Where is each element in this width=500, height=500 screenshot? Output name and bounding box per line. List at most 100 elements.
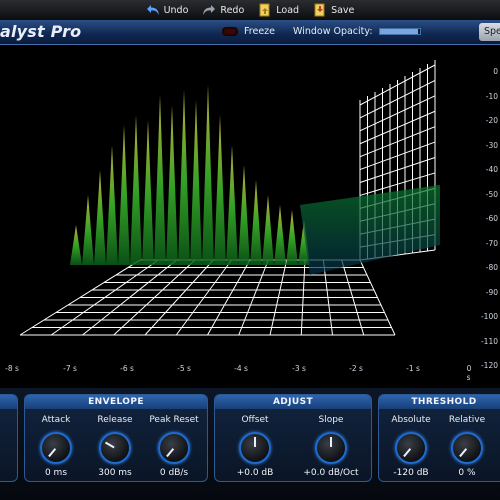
window-opacity-label: Window Opacity:: [293, 26, 373, 37]
undo-arrow-icon: [146, 3, 160, 17]
offset-knob[interactable]: [239, 432, 271, 464]
spectrum-peak: [262, 195, 274, 265]
y-axis-label: -40: [485, 165, 498, 174]
freeze-led-icon: [222, 27, 238, 36]
peak-reset-control: Peak Reset 0 dB/s: [146, 415, 202, 478]
y-axis-label: -70: [485, 238, 498, 248]
group-left-partial-title: [0, 395, 17, 409]
spectrum-peak: [166, 105, 178, 265]
spectrum-peak: [250, 180, 262, 265]
relative-knob[interactable]: [451, 432, 483, 464]
y-axis-label: -50: [485, 189, 498, 199]
peak-reset-value: 0 dB/s: [159, 468, 189, 478]
y-axis-label: -80: [485, 263, 498, 272]
y-axis-label: -100: [480, 312, 498, 321]
x-axis-label: -2 s: [349, 364, 363, 373]
save-button[interactable]: Save: [313, 3, 354, 17]
top-toolbar: Undo Redo Load Save: [0, 0, 500, 20]
x-axis-label: -6 s: [120, 364, 134, 373]
spectrum-peak: [118, 125, 130, 265]
spectrum-peak: [274, 205, 286, 265]
redo-label: Redo: [220, 4, 245, 16]
spectrum-peak: [154, 95, 166, 265]
envelope-group: ENVELOPE Attack 0 ms Release 300 ms Peak…: [24, 394, 208, 482]
offset-knob-pointer: [254, 437, 256, 447]
plugin-title: alyst Pro: [0, 22, 82, 41]
relative-label: Relative: [448, 415, 486, 425]
spectrum-peak: [178, 90, 190, 265]
release-label: Release: [97, 415, 133, 425]
release-knob-pointer: [104, 441, 115, 449]
offset-label: Offset: [241, 415, 269, 425]
attack-label: Attack: [41, 415, 71, 425]
adjust-group: ADJUST Offset +0.0 dB Slope +0.0 dB/Oct: [214, 394, 372, 482]
window-opacity-control: Window Opacity:: [293, 26, 421, 37]
spectrum-peak: [202, 85, 214, 265]
spectrum-peak: [238, 165, 250, 265]
y-axis-label: -120: [480, 361, 498, 370]
offset-value: +0.0 dB: [236, 468, 274, 478]
plugin-window: { "toolbar": { "undo_label": "Undo", "re…: [0, 0, 500, 500]
spectrum-peaks: [70, 85, 440, 275]
group-left-partial: [0, 394, 18, 482]
relative-control: Relative 0 %: [439, 415, 495, 478]
absolute-label: Absolute: [391, 415, 431, 425]
control-panel: ENVELOPE Attack 0 ms Release 300 ms Peak…: [0, 388, 500, 500]
spectrum-peak: [70, 225, 82, 265]
x-axis-label: -4 s: [234, 364, 248, 373]
y-axis-label: -90: [485, 287, 498, 297]
spectrogram-canvas: [19, 60, 440, 336]
peak-reset-label: Peak Reset: [149, 415, 199, 425]
spectrum-peak: [130, 115, 142, 265]
peak-reset-knob-pointer: [166, 448, 175, 458]
spectrum-peak: [82, 195, 94, 265]
y-axis-label: -60: [485, 214, 498, 223]
y-axis-label: -10: [485, 91, 498, 101]
y-axis-label: -30: [485, 140, 498, 150]
slope-control: Slope +0.0 dB/Oct: [299, 415, 363, 478]
spectrum-peak: [106, 145, 118, 265]
plugin-header: alyst Pro Freeze Window Opacity: Spe: [0, 20, 500, 45]
spectrogram-3d-display: 0 -10 -20 -30 -40 -50 -60 -70 -80 -90 -100 -110 -120: [0, 45, 500, 375]
freeze-toggle[interactable]: Freeze: [222, 26, 275, 37]
window-opacity-fill: [379, 29, 418, 34]
load-button[interactable]: Load: [258, 3, 299, 17]
spectrum-peak: [286, 210, 298, 265]
load-label: Load: [276, 4, 300, 16]
redo-button[interactable]: Redo: [202, 3, 244, 17]
x-axis-label: 0 s: [466, 364, 472, 382]
absolute-value: -120 dB: [393, 468, 429, 478]
release-control: Release 300 ms: [87, 415, 143, 478]
x-axis-label: -7 s: [63, 364, 77, 373]
peak-reset-knob[interactable]: [158, 432, 190, 464]
slope-label: Slope: [318, 415, 344, 425]
x-axis-label: -3 s: [292, 364, 306, 373]
absolute-knob-pointer: [403, 448, 412, 458]
threshold-group: THRESHOLD Absolute -120 dB Relative 0 %: [378, 394, 500, 482]
save-label: Save: [331, 4, 355, 16]
absolute-knob[interactable]: [395, 432, 427, 464]
redo-arrow-icon: [202, 3, 216, 17]
attack-knob[interactable]: [40, 432, 72, 464]
spectrum-peak: [142, 120, 154, 265]
slope-knob[interactable]: [315, 432, 347, 464]
x-axis-label: -1 s: [406, 364, 420, 373]
spectrum-peak: [94, 170, 106, 265]
undo-button[interactable]: Undo: [146, 3, 188, 17]
spectrum-mode-button[interactable]: Spe: [479, 23, 500, 41]
offset-control: Offset +0.0 dB: [227, 415, 283, 478]
absolute-control: Absolute -120 dB: [383, 415, 439, 478]
window-opacity-slider[interactable]: [378, 28, 421, 35]
adjust-title: ADJUST: [215, 395, 371, 409]
relative-knob-pointer: [459, 448, 468, 458]
save-icon: [313, 3, 327, 17]
slope-value: +0.0 dB/Oct: [303, 468, 359, 478]
y-axis-label: -20: [485, 116, 498, 125]
release-knob[interactable]: [99, 432, 131, 464]
x-axis-label: -5 s: [177, 364, 191, 373]
load-folder-icon: [258, 3, 272, 17]
attack-value: 0 ms: [44, 468, 68, 478]
envelope-title: ENVELOPE: [25, 395, 207, 409]
threshold-title: THRESHOLD: [379, 395, 500, 409]
slope-knob-pointer: [330, 437, 332, 447]
